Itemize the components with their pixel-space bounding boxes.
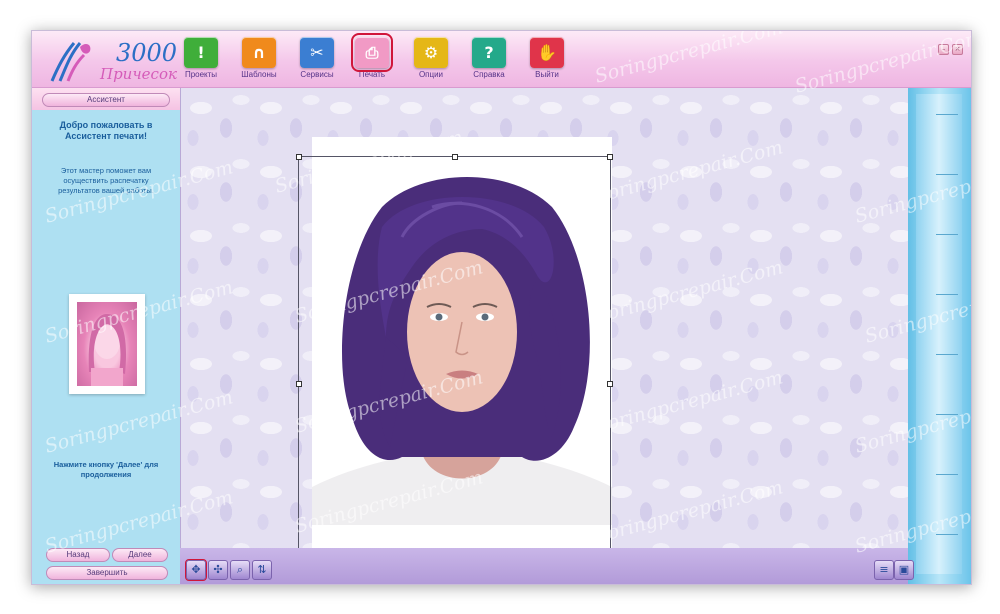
toolbar-button[interactable]: ! Проекты <box>176 37 226 85</box>
toolbar-button-label: Проекты <box>184 70 218 79</box>
description-text: Этот мастер поможет вам осуществить расп… <box>58 166 154 195</box>
services-icon: ✂ <box>300 37 334 68</box>
header-toolbar: 3000 Причесок ! Проекты ∩ Шаблоны ✂ Сервисы ⎙ П… <box>32 31 971 88</box>
assistant-button[interactable]: Ассистент <box>42 93 170 107</box>
resize-handle[interactable] <box>607 154 613 160</box>
exit-icon: ✋ <box>530 37 564 68</box>
next-button[interactable]: Далее <box>112 548 168 562</box>
assistant-header: Ассистент <box>32 88 180 110</box>
thumbnail-photo <box>77 302 137 386</box>
selection-frame[interactable] <box>296 154 613 552</box>
logo-mark-icon <box>50 42 91 82</box>
thumbnail-face-icon <box>88 314 127 386</box>
scroll-tick <box>936 114 958 115</box>
resize-handle[interactable] <box>607 381 613 387</box>
toolbar-button-label: Выйти <box>535 70 559 79</box>
app-logo: 3000 Причесок <box>38 35 177 85</box>
vertical-scrollbar[interactable] <box>908 88 971 584</box>
toolbar-button-label: Шаблоны <box>241 70 277 79</box>
bottom-toolbar: ✥ ✣ ⌕ ⇅ ≡ ▣ <box>180 548 914 584</box>
scroll-tick <box>936 534 958 535</box>
toolbar-button[interactable]: ? Справка <box>464 37 514 85</box>
toolbar-button[interactable]: ⎙ Печать <box>347 33 397 85</box>
close-button[interactable]: × <box>952 44 963 55</box>
help-icon: ? <box>472 37 506 68</box>
print-icon: ⎙ <box>351 33 393 72</box>
print-preview-canvas <box>180 88 909 552</box>
finish-button[interactable]: Завершить <box>46 566 168 580</box>
projects-icon: ! <box>184 37 218 68</box>
scroll-tick <box>936 354 958 355</box>
toolbar-button[interactable]: ⚙ Опции <box>406 37 456 85</box>
toolbar-button-label: Печать <box>358 70 386 79</box>
resize-handle[interactable] <box>452 154 458 160</box>
templates-icon: ∩ <box>242 37 276 68</box>
scroll-tick <box>936 414 958 415</box>
minimize-button[interactable]: – <box>938 44 949 55</box>
stamp-thumbnail <box>69 294 145 394</box>
assistant-panel: Ассистент Добро пожаловать в Ассистент п… <box>32 88 180 584</box>
toolbar-button[interactable]: ✂ Сервисы <box>292 37 342 85</box>
pan-tool-button[interactable]: ✥ <box>185 559 207 581</box>
toolbar-button-label: Опции <box>418 70 444 79</box>
scroll-tick <box>936 174 958 175</box>
resize-handle[interactable] <box>296 154 302 160</box>
hint-text: Нажмите кнопку 'Далее' для продолжения <box>53 460 159 479</box>
toolbar-button[interactable]: ∩ Шаблоны <box>234 37 284 85</box>
zoom-button[interactable]: ⌕ <box>230 560 250 580</box>
logo-word: Причесок <box>100 65 177 83</box>
logo-number: 3000 <box>116 39 178 67</box>
toolbar-button-label: Справка <box>473 70 505 79</box>
scrollbar-track[interactable] <box>916 94 962 574</box>
toolbar-button-label: Сервисы <box>300 70 334 79</box>
rotate-button[interactable]: ⇅ <box>252 560 272 580</box>
app-window: 3000 Причесок ! Проекты ∩ Шаблоны ✂ Сервисы ⎙ П… <box>31 30 972 585</box>
resize-handle[interactable] <box>296 381 302 387</box>
welcome-text: Добро пожаловать в Ассистент печати! <box>59 120 153 141</box>
scroll-tick <box>936 234 958 235</box>
back-button[interactable]: Назад <box>46 548 110 562</box>
preview-view-button[interactable]: ▣ <box>894 560 914 580</box>
scroll-tick <box>936 294 958 295</box>
scroll-tick <box>936 474 958 475</box>
options-icon: ⚙ <box>414 37 448 68</box>
list-view-button[interactable]: ≡ <box>874 560 894 580</box>
toolbar-button[interactable]: ✋ Выйти <box>522 37 572 85</box>
move-tool-button[interactable]: ✣ <box>208 560 228 580</box>
